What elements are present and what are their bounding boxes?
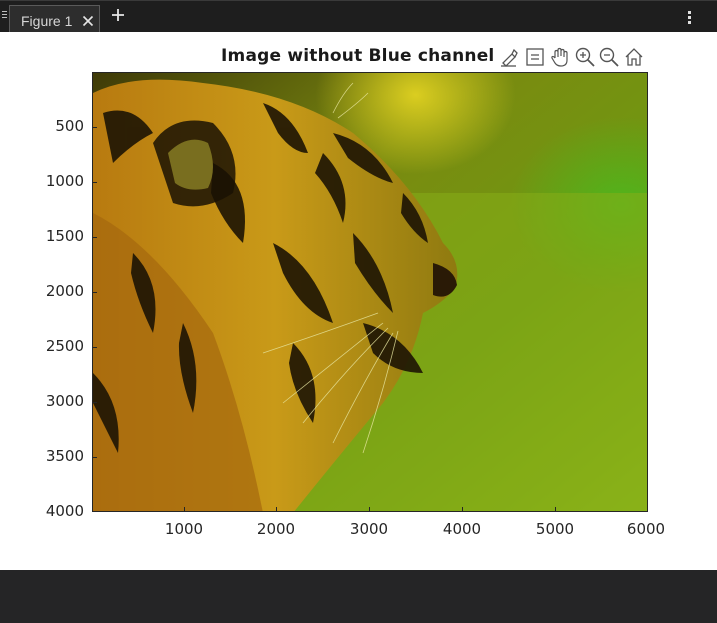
x-tick-label: 1000 [164, 520, 204, 538]
brush-icon[interactable] [498, 46, 520, 68]
x-tick-mark [276, 507, 277, 512]
zoom-in-icon[interactable] [574, 46, 596, 68]
x-tick-label: 5000 [535, 520, 575, 538]
axes-toolbar [498, 44, 650, 70]
y-tick-mark [92, 347, 97, 348]
x-tick-label: 3000 [349, 520, 389, 538]
tab-figure-1[interactable]: Figure 1 [9, 5, 100, 33]
plus-icon[interactable] [111, 8, 125, 22]
x-tick-label: 6000 [626, 520, 666, 538]
image-axes[interactable] [92, 72, 648, 512]
y-tick-label: 4000 [45, 502, 84, 520]
y-tick-mark [92, 402, 97, 403]
tab-bar: Figure 1 [0, 0, 717, 33]
kebab-menu-icon[interactable] [686, 11, 692, 25]
tab-label: Figure 1 [21, 13, 73, 29]
home-icon[interactable] [623, 46, 645, 68]
y-tick-label: 3500 [45, 447, 84, 465]
y-tick-mark [92, 457, 97, 458]
bottom-panel [0, 570, 717, 623]
zoom-out-icon[interactable] [598, 46, 620, 68]
plot-title: Image without Blue channel [221, 46, 495, 66]
x-tick-mark [555, 507, 556, 512]
x-tick-label: 4000 [442, 520, 482, 538]
tiger-image [93, 73, 647, 511]
x-tick-mark [184, 507, 185, 512]
datatip-icon[interactable] [524, 46, 546, 68]
y-tick-label: 2000 [45, 282, 84, 300]
y-tick-label: 500 [55, 117, 84, 135]
figure-window: Figure 1 Image without Blue channel 500 … [0, 0, 717, 623]
x-tick-label: 2000 [256, 520, 296, 538]
y-tick-mark [92, 182, 97, 183]
pan-hand-icon[interactable] [549, 46, 571, 68]
y-tick-label: 1500 [45, 227, 84, 245]
y-tick-mark [92, 292, 97, 293]
y-tick-mark [92, 127, 97, 128]
x-tick-mark [369, 507, 370, 512]
y-tick-label: 1000 [45, 172, 84, 190]
y-tick-mark [92, 237, 97, 238]
drag-grip-icon[interactable] [2, 11, 7, 22]
y-tick-label: 3000 [45, 392, 84, 410]
y-tick-label: 2500 [45, 337, 84, 355]
close-icon[interactable] [82, 15, 94, 27]
x-tick-mark [462, 507, 463, 512]
figure-canvas: Image without Blue channel 500 1000 1500… [0, 32, 717, 570]
